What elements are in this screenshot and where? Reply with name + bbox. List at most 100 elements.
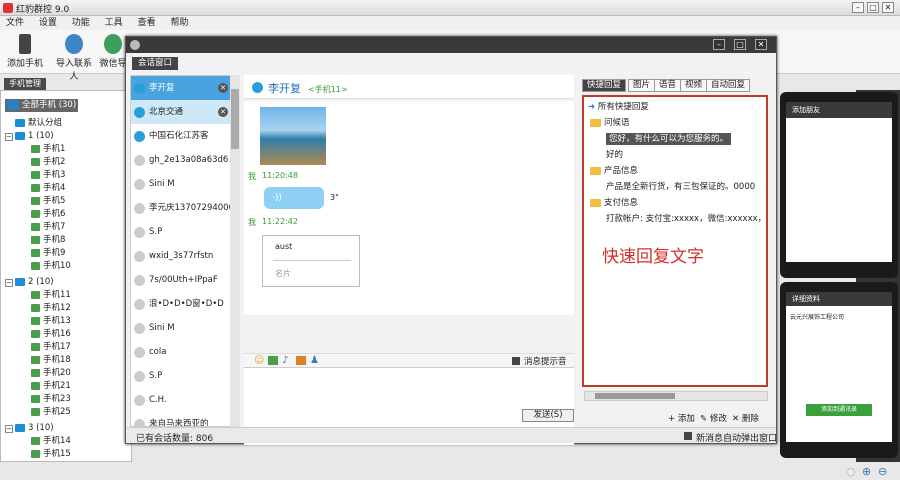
send-button[interactable]: 发送(S) bbox=[522, 409, 574, 422]
zoom-out-icon[interactable]: ⊖ bbox=[878, 465, 887, 478]
tree-group[interactable]: 3 (10) bbox=[15, 422, 54, 435]
tree-phone[interactable]: 手机11 bbox=[31, 289, 71, 302]
add-phone-button[interactable]: 添加手机 bbox=[2, 34, 48, 69]
tree-phone[interactable]: 手机25 bbox=[31, 406, 71, 419]
menu-function[interactable]: 功能 bbox=[72, 16, 90, 30]
edit-button[interactable]: ✎ 修改 bbox=[700, 412, 727, 424]
message-image[interactable] bbox=[260, 107, 326, 165]
import-contacts-button[interactable]: 导入联系人 bbox=[52, 34, 96, 82]
tree-phone[interactable]: 手机7 bbox=[31, 221, 65, 234]
minimize-button[interactable]: – bbox=[852, 2, 864, 13]
tree-phone[interactable]: 手机16 bbox=[31, 328, 71, 341]
mic-icon[interactable]: ♪ bbox=[282, 355, 288, 366]
contact-card-icon[interactable]: ♟ bbox=[310, 355, 319, 366]
image-icon[interactable] bbox=[268, 356, 278, 365]
tree-phone[interactable]: 手机10 bbox=[31, 260, 71, 273]
tree-phone[interactable]: 手机21 bbox=[31, 380, 71, 393]
tree-phone[interactable]: 手机12 bbox=[31, 302, 71, 315]
tree-group[interactable]: 2 (10) bbox=[15, 276, 54, 289]
phone-screen-top[interactable]: 添加朋友 bbox=[780, 92, 898, 278]
contact-item[interactable]: 7s/00Uth+IPpaF bbox=[131, 268, 231, 292]
expand-toggle[interactable]: − bbox=[5, 279, 13, 287]
zoom-in-icon[interactable]: ⊕ bbox=[862, 465, 871, 478]
auto-popup-checkbox[interactable] bbox=[684, 432, 692, 440]
video-icon[interactable] bbox=[296, 356, 306, 365]
quick-item[interactable]: 产品是全新行货，有三包保证的。0000 bbox=[606, 181, 755, 193]
contact-scrollbar[interactable] bbox=[230, 75, 240, 427]
menu-view[interactable]: 查看 bbox=[138, 16, 156, 30]
maximize-button[interactable]: □ bbox=[867, 2, 879, 13]
tree-phone[interactable]: 手机23 bbox=[31, 393, 71, 406]
horizontal-scrollbar[interactable] bbox=[584, 391, 768, 401]
add-contact-button[interactable]: 添加到通讯录 bbox=[806, 404, 872, 416]
contact-item[interactable]: S.P bbox=[131, 364, 231, 388]
expand-toggle[interactable]: − bbox=[5, 133, 13, 141]
contact-card[interactable]: aust 名片 bbox=[262, 235, 360, 287]
contact-item[interactable]: 浪•D•D•D窗•D•D bbox=[131, 292, 231, 316]
tab-image[interactable]: 图片 bbox=[628, 79, 656, 92]
dialog-close-button[interactable]: ✕ bbox=[755, 39, 767, 50]
contact-item[interactable]: S.P bbox=[131, 220, 231, 244]
contact-item[interactable]: Sini M bbox=[131, 316, 231, 340]
contact-item[interactable]: 李元庆13707294000 bbox=[131, 196, 231, 220]
quick-item-selected[interactable]: 您好，有什么可以为您服务的。 bbox=[606, 133, 732, 145]
tree-phone[interactable]: 手机14 bbox=[31, 435, 71, 448]
quick-root[interactable]: ➜ 所有快捷回复 bbox=[588, 101, 649, 113]
menu-help[interactable]: 帮助 bbox=[170, 16, 188, 30]
tree-phone[interactable]: 手机3 bbox=[31, 169, 65, 182]
contact-item[interactable]: wxid_3s77rfstn bbox=[131, 244, 231, 268]
tab-quick-reply[interactable]: 快捷回复 bbox=[582, 79, 627, 92]
tree-group[interactable]: 1 (10) bbox=[15, 130, 54, 143]
dialog-maximize-button[interactable]: □ bbox=[734, 39, 746, 50]
tab-chat-window[interactable]: 会话窗口 bbox=[132, 57, 179, 70]
contact-item[interactable]: cola bbox=[131, 340, 231, 364]
refresh-icon[interactable]: ◌ bbox=[846, 465, 856, 478]
tree-phone[interactable]: 手机6 bbox=[31, 208, 65, 221]
phone-screen-bottom[interactable]: 详细资料 云元兴展饰工程公司 添加到通讯录 bbox=[780, 282, 898, 458]
tree-phone[interactable]: 手机18 bbox=[31, 354, 71, 367]
tree-phone[interactable]: 手机2 bbox=[31, 156, 65, 169]
pencil-icon: ✎ bbox=[700, 414, 708, 424]
tree-phone[interactable]: 手机17 bbox=[31, 341, 71, 354]
contact-item[interactable]: 李开复 ✕ bbox=[131, 76, 231, 100]
tab-video[interactable]: 视频 bbox=[680, 79, 708, 92]
contact-item[interactable]: Sini M bbox=[131, 172, 231, 196]
tree-root[interactable]: 全部手机 (30) bbox=[5, 99, 79, 112]
quick-category[interactable]: 产品信息 bbox=[590, 165, 638, 177]
tree-phone[interactable]: 手机13 bbox=[31, 315, 71, 328]
tree-phone[interactable]: 手机9 bbox=[31, 247, 65, 260]
contact-item[interactable]: C.H. bbox=[131, 388, 231, 412]
contact-item[interactable]: 中国石化江苏客 bbox=[131, 124, 231, 148]
voice-message[interactable]: ·)) bbox=[264, 187, 324, 209]
menu-settings[interactable]: 设置 bbox=[39, 16, 57, 30]
delete-button[interactable]: ✕ 删除 bbox=[732, 412, 759, 424]
expand-toggle[interactable]: − bbox=[5, 425, 13, 433]
emoji-icon[interactable]: ☺ bbox=[254, 355, 264, 366]
quick-category[interactable]: 问候语 bbox=[590, 117, 630, 129]
tab-voice[interactable]: 语音 bbox=[654, 79, 682, 92]
tree-phone[interactable]: 手机4 bbox=[31, 182, 65, 195]
contact-item[interactable]: 北京交通 ✕ bbox=[131, 100, 231, 124]
add-button[interactable]: + 添加 bbox=[668, 412, 695, 424]
tree-phone[interactable]: 手机1 bbox=[31, 143, 65, 156]
dialog-minimize-button[interactable]: – bbox=[713, 39, 725, 50]
menu-tools[interactable]: 工具 bbox=[105, 16, 123, 30]
tab-phone-management[interactable]: 手机管理 bbox=[4, 78, 46, 90]
close-button[interactable]: ✕ bbox=[882, 2, 894, 13]
tree-phone[interactable]: 手机5 bbox=[31, 195, 65, 208]
tree-phone[interactable]: 手机15 bbox=[31, 448, 71, 461]
contact-item[interactable]: gh_2e13a08a63d6 bbox=[131, 148, 231, 172]
close-icon[interactable]: ✕ bbox=[218, 107, 228, 117]
quick-item[interactable]: 打款帐户: 支付宝:xxxxx，微信:xxxxxx，网银:xx bbox=[606, 213, 766, 225]
close-icon[interactable]: ✕ bbox=[218, 83, 228, 93]
quick-item[interactable]: 好的 bbox=[606, 149, 623, 161]
phone-icon bbox=[31, 436, 40, 445]
sound-checkbox[interactable] bbox=[512, 357, 520, 365]
menu-file[interactable]: 文件 bbox=[6, 16, 24, 30]
tree-phone[interactable]: 手机8 bbox=[31, 234, 65, 247]
contact-item[interactable]: 来自马来西亚的 bbox=[131, 412, 231, 426]
tree-default-group[interactable]: 默认分组 bbox=[15, 117, 62, 130]
tab-auto-reply[interactable]: 自动回复 bbox=[706, 79, 751, 92]
quick-category[interactable]: 支付信息 bbox=[590, 197, 638, 209]
tree-phone[interactable]: 手机20 bbox=[31, 367, 71, 380]
